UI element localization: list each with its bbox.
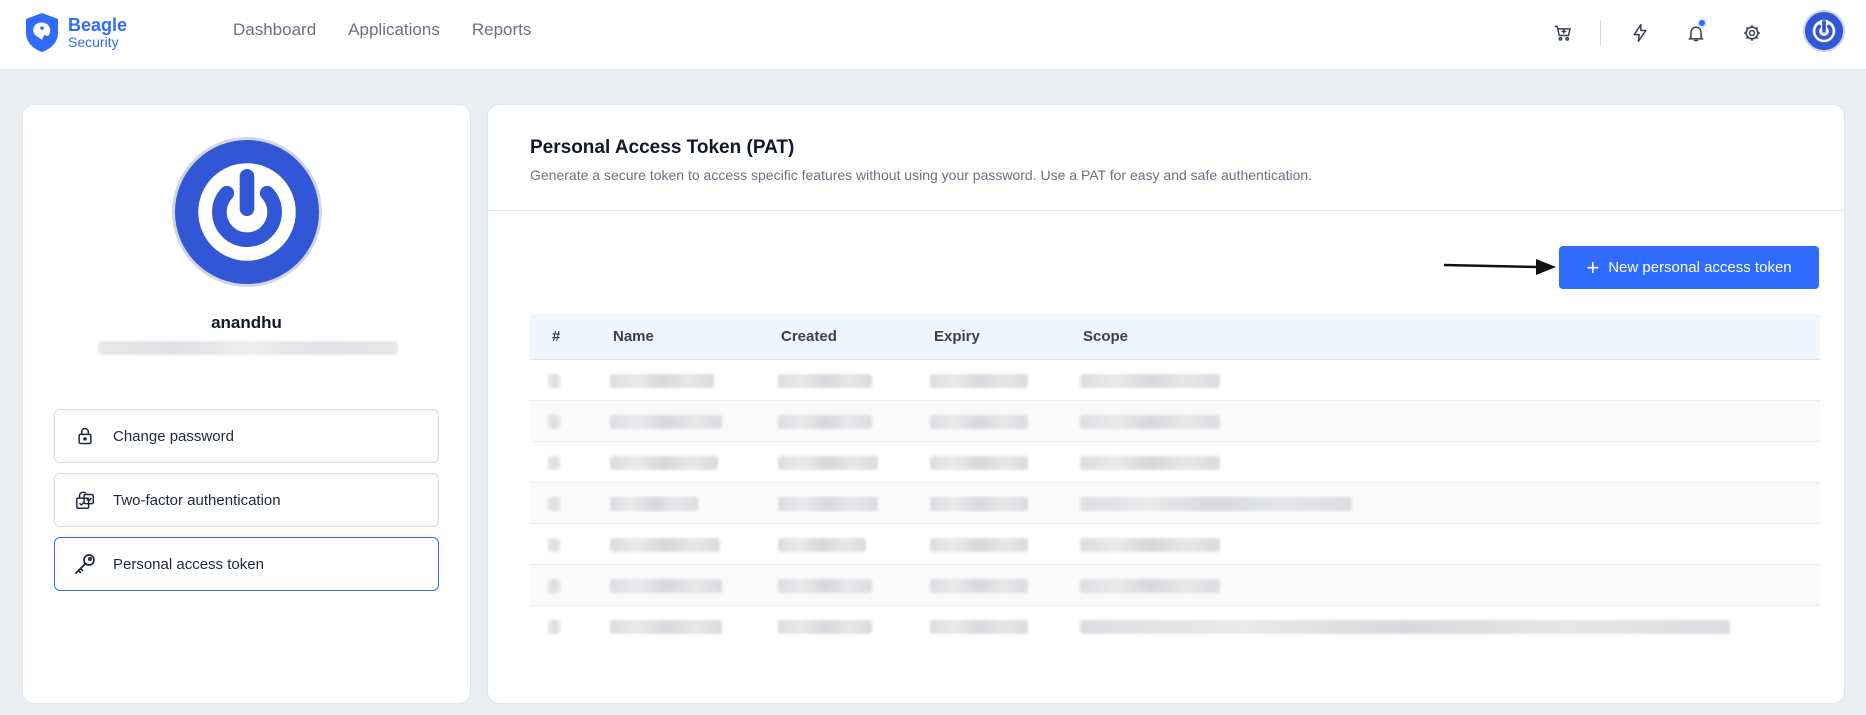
cart-icon[interactable] bbox=[1548, 18, 1578, 48]
profile-email-redacted bbox=[98, 341, 398, 355]
annotation-arrow-icon bbox=[1443, 259, 1556, 275]
power-icon bbox=[1812, 19, 1836, 43]
sidebar-item-label: Change password bbox=[113, 427, 234, 445]
sidebar-item-change-password[interactable]: Change password bbox=[54, 409, 439, 463]
bell-icon[interactable] bbox=[1681, 18, 1711, 48]
top-navbar: Beagle Security Dashboard Applications R… bbox=[0, 0, 1866, 70]
pat-card: Personal Access Token (PAT) Generate a s… bbox=[487, 104, 1845, 704]
table-row bbox=[530, 524, 1820, 565]
sidebar-item-label: Two-factor authentication bbox=[113, 491, 281, 509]
col-scope: Scope bbox=[1083, 328, 1129, 345]
lock-icon bbox=[73, 424, 97, 448]
page-title: Personal Access Token (PAT) bbox=[530, 137, 795, 158]
col-name[interactable]: Name bbox=[613, 328, 654, 345]
col-created[interactable]: Created bbox=[781, 328, 837, 345]
notification-dot bbox=[1697, 18, 1707, 28]
logo-title: Beagle bbox=[68, 14, 128, 35]
nav-applications[interactable]: Applications bbox=[348, 20, 440, 40]
tokens-table: # Name Created Expiry Scope bbox=[530, 314, 1820, 647]
table-body bbox=[530, 360, 1820, 647]
sidebar-item-two-factor[interactable]: Two-factor authentication bbox=[54, 473, 439, 527]
nav-dashboard[interactable]: Dashboard bbox=[233, 20, 316, 40]
lightning-icon[interactable] bbox=[1625, 18, 1655, 48]
page-subtitle: Generate a secure token to access specif… bbox=[530, 167, 1313, 183]
sidebar-item-personal-access-token[interactable]: Personal access token bbox=[54, 537, 439, 591]
main-nav: Dashboard Applications Reports bbox=[233, 20, 563, 40]
gear-icon[interactable] bbox=[1737, 18, 1767, 48]
user-avatar[interactable] bbox=[1803, 10, 1845, 52]
plus-icon: + bbox=[1586, 254, 1600, 280]
nav-reports[interactable]: Reports bbox=[472, 20, 532, 40]
table-row bbox=[530, 401, 1820, 442]
app-logo[interactable]: Beagle Security bbox=[22, 11, 127, 53]
table-row bbox=[530, 565, 1820, 606]
table-row bbox=[530, 483, 1820, 524]
table-row bbox=[530, 606, 1820, 647]
new-token-button-label: New personal access token bbox=[1608, 259, 1792, 276]
divider bbox=[1600, 20, 1601, 46]
logo-subtitle: Security bbox=[68, 33, 119, 50]
pat-header: Personal Access Token (PAT) Generate a s… bbox=[488, 105, 1844, 211]
table-header: # Name Created Expiry Scope bbox=[530, 314, 1820, 360]
table-row bbox=[530, 442, 1820, 483]
new-token-button[interactable]: + New personal access token bbox=[1559, 246, 1819, 289]
sidebar-item-label: Personal access token bbox=[113, 555, 264, 573]
profile-username: anandhu bbox=[211, 313, 282, 332]
profile-card: anandhu Change password Two-factor authe… bbox=[22, 104, 471, 704]
profile-avatar bbox=[172, 137, 322, 287]
key-icon bbox=[73, 552, 97, 576]
power-icon bbox=[198, 163, 296, 261]
col-index: # bbox=[552, 328, 561, 345]
two-factor-icon bbox=[73, 488, 97, 512]
table-row bbox=[530, 360, 1820, 401]
beagle-logo-icon bbox=[26, 13, 58, 52]
col-expiry[interactable]: Expiry bbox=[934, 328, 980, 345]
